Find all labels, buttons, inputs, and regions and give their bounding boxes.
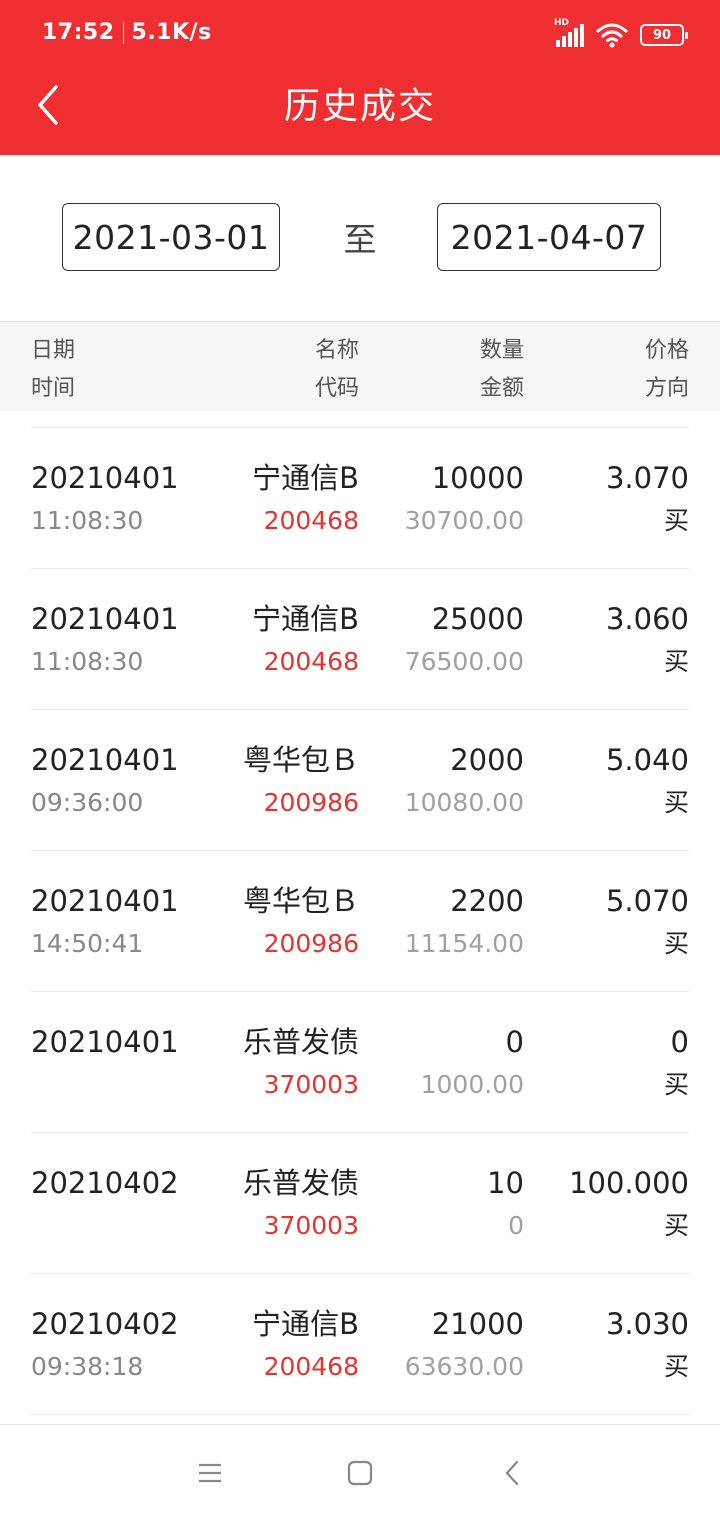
trade-date: 20210401 <box>31 884 179 918</box>
trade-quantity: 10000 <box>431 461 524 495</box>
header-time: 时间 <box>31 376 76 401</box>
home-square-icon <box>347 1460 373 1486</box>
trade-row[interactable]: 20210402 宁通信B 21000 3.030 09:38:18 20046… <box>0 1273 720 1414</box>
trade-quantity: 21000 <box>431 1307 524 1341</box>
status-bar: 17:52 5.1K/s HD 90 <box>0 0 720 70</box>
trade-amount: 1000.00 <box>420 1070 524 1099</box>
trade-date: 20210401 <box>31 1025 179 1059</box>
trade-code: 200468 <box>263 1352 359 1381</box>
trade-quantity: 10 <box>487 1166 524 1200</box>
trade-code: 200986 <box>263 929 359 958</box>
trade-date: 20210401 <box>31 461 179 495</box>
trade-quantity: 0 <box>505 1025 524 1059</box>
header-quantity: 数量 <box>479 338 524 363</box>
trade-name: 粤华包Ｂ <box>242 743 359 777</box>
nav-back-button[interactable] <box>492 1453 532 1493</box>
trade-code: 200468 <box>263 506 359 535</box>
trade-direction: 买 <box>663 788 689 817</box>
trade-row[interactable]: 20210401 粤华包Ｂ 2000 5.040 09:36:00 200986… <box>0 709 720 850</box>
trade-amount: 0 <box>508 1211 524 1240</box>
trade-row[interactable]: 20210401 乐普发债 0 0 370003 1000.00 买 <box>0 991 720 1132</box>
trade-name: 乐普发债 <box>242 1025 359 1059</box>
header-amount: 金额 <box>479 376 524 401</box>
end-date-picker[interactable]: 2021-04-07 <box>437 203 661 271</box>
trade-price: 100.000 <box>569 1166 689 1200</box>
signal-icon: HD <box>554 18 584 48</box>
app-bar: 17:52 5.1K/s HD 90 历史成交 <box>0 0 720 155</box>
list-divider <box>31 1414 689 1415</box>
trade-direction: 买 <box>663 929 689 958</box>
trade-code: 370003 <box>263 1070 359 1099</box>
trade-name: 宁通信B <box>252 1307 359 1341</box>
trade-amount: 63630.00 <box>404 1352 524 1381</box>
trade-quantity: 2000 <box>450 743 524 777</box>
column-header: 日期 时间 名称 代码 数量 金额 价格 方向 <box>0 321 720 411</box>
trade-direction: 买 <box>663 1352 689 1381</box>
header-price: 价格 <box>644 338 689 363</box>
nav-menu-button[interactable] <box>190 1453 230 1493</box>
trade-price: 3.030 <box>605 1307 689 1341</box>
header-direction: 方向 <box>644 376 689 401</box>
trade-quantity: 2200 <box>450 884 524 918</box>
trade-code: 200986 <box>263 788 359 817</box>
trade-quantity: 25000 <box>431 602 524 636</box>
trade-code: 370003 <box>263 1211 359 1240</box>
trade-row[interactable]: 20210401 宁通信B 25000 3.060 11:08:30 20046… <box>0 568 720 709</box>
menu-icon <box>199 1463 221 1483</box>
trade-amount: 30700.00 <box>404 506 524 535</box>
trade-row[interactable]: 20210402 乐普发债 10 100.000 370003 0 买 <box>0 1132 720 1273</box>
trade-date: 20210402 <box>31 1166 179 1200</box>
trade-time: 09:38:18 <box>31 1352 144 1381</box>
trade-amount: 10080.00 <box>404 788 524 817</box>
header-name: 名称 <box>314 338 359 363</box>
trade-date: 20210401 <box>31 743 179 777</box>
trade-code: 200468 <box>263 647 359 676</box>
trade-name: 乐普发债 <box>242 1166 359 1200</box>
trade-name: 宁通信B <box>252 602 359 636</box>
status-right: HD 90 <box>554 18 688 50</box>
trade-direction: 买 <box>663 506 689 535</box>
trade-direction: 买 <box>663 1070 689 1099</box>
date-range-separator: 至 <box>343 220 377 259</box>
trade-name: 宁通信B <box>252 461 359 495</box>
trade-amount: 11154.00 <box>404 929 524 958</box>
network-speed: 5.1K/s <box>131 20 212 45</box>
trade-row[interactable]: 20210401 粤华包Ｂ 2200 5.070 14:50:41 200986… <box>0 850 720 991</box>
trade-price: 3.060 <box>605 602 689 636</box>
trade-direction: 买 <box>663 1211 689 1240</box>
back-triangle-icon <box>505 1460 519 1486</box>
trade-name: 粤华包Ｂ <box>242 884 359 918</box>
trade-time: 11:08:30 <box>31 647 144 676</box>
nav-home-button[interactable] <box>340 1453 380 1493</box>
header-date: 日期 <box>31 338 76 363</box>
trade-row[interactable]: 20210401 宁通信B 10000 3.070 11:08:30 20046… <box>0 427 720 568</box>
battery-icon: 90 <box>640 24 688 46</box>
system-nav-bar <box>0 1424 720 1520</box>
trade-amount: 76500.00 <box>404 647 524 676</box>
trade-date: 20210402 <box>31 1307 179 1341</box>
start-date-picker[interactable]: 2021-03-01 <box>62 203 280 271</box>
trade-price: 0 <box>670 1025 689 1059</box>
trade-time: 11:08:30 <box>31 506 144 535</box>
trade-time: 09:36:00 <box>31 788 144 817</box>
header-code: 代码 <box>314 376 359 401</box>
status-time: 17:52 <box>42 20 115 45</box>
battery-level: 90 <box>652 27 672 43</box>
wifi-icon <box>596 22 628 48</box>
trade-price: 3.070 <box>605 461 689 495</box>
trade-price: 5.070 <box>605 884 689 918</box>
status-left: 17:52 5.1K/s <box>42 20 212 45</box>
date-range-filter: 2021-03-01 至 2021-04-07 <box>0 155 720 321</box>
status-separator <box>122 21 124 44</box>
trade-price: 5.040 <box>605 743 689 777</box>
page-title: 历史成交 <box>283 86 436 127</box>
trade-time: 14:50:41 <box>31 929 144 958</box>
trade-direction: 买 <box>663 647 689 676</box>
trade-date: 20210401 <box>31 602 179 636</box>
